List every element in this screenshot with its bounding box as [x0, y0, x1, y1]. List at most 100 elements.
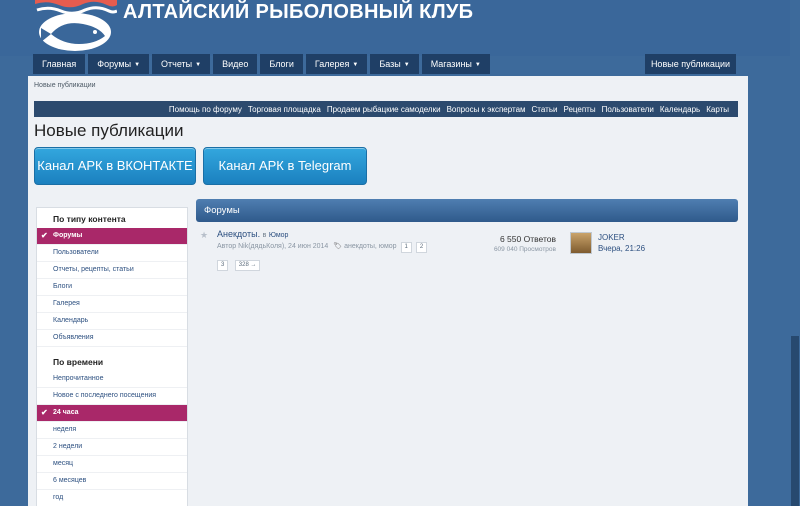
filter-item[interactable]: Новое с последнего посещения: [37, 388, 187, 405]
nav-item-label: Отчеты: [161, 59, 193, 69]
topic-pages: 3 328 →: [217, 253, 261, 271]
tag-icon: 🏷: [333, 243, 343, 250]
nav-item[interactable]: Отчеты ▼: [152, 54, 211, 74]
caret-down-icon: ▼: [474, 62, 481, 68]
nav-item-label: Магазины: [430, 59, 472, 69]
filter-item[interactable]: ✔ 24 часа: [37, 405, 187, 422]
main-nav: Главная Форумы ▼ Отчеты ▼ Видео Блоги Галерея ▼ Б…: [33, 54, 490, 74]
sub-nav-item[interactable]: Карты: [703, 105, 732, 114]
page-link-1[interactable]: 1: [400, 242, 412, 253]
filter-item[interactable]: Отчеты, рецепты, статьи: [37, 262, 187, 279]
nav-item[interactable]: Магазины ▼: [421, 54, 490, 74]
by-type-list: ✔ Форумы Пользователи Отчеты, рецепты, стат…: [37, 228, 187, 347]
filter-item-label: Пользователи: [53, 249, 99, 256]
page-title: Новые публикации: [34, 121, 184, 140]
scrollbar-thumb[interactable]: [791, 336, 799, 506]
last-post-info: JOKER Вчера, 21:26: [598, 232, 645, 254]
checkmark-icon: ✔: [41, 231, 48, 240]
breadcrumb[interactable]: Новые публикации: [34, 82, 96, 89]
filter-item-label: Новое с последнего посещения: [53, 392, 157, 399]
avatar[interactable]: [570, 232, 592, 254]
sub-nav-item[interactable]: Вопросы к экспертам: [444, 105, 529, 114]
filter-item[interactable]: месяц: [37, 456, 187, 473]
filter-item[interactable]: Непрочитанное: [37, 371, 187, 388]
topic-title-line: Анекдоты. в Юмор: [217, 229, 288, 239]
filter-item[interactable]: неделя: [37, 422, 187, 439]
nav-item-label: Галерея: [314, 59, 350, 69]
page-link-3[interactable]: 3: [217, 260, 229, 271]
filter-item[interactable]: Галерея: [37, 296, 187, 313]
filter-item[interactable]: Блоги: [37, 279, 187, 296]
filter-item[interactable]: год: [37, 490, 187, 506]
filter-item-label: Объявления: [53, 334, 94, 341]
page-link-2[interactable]: 2: [415, 242, 428, 253]
filter-item-label: Непрочитанное: [53, 375, 104, 382]
by-type-heading: По типу контента: [53, 214, 126, 224]
filter-item-label: год: [53, 494, 64, 501]
nav-item[interactable]: Блоги: [260, 54, 303, 74]
by-time-list: Непрочитанное Новое с последнего посещени…: [37, 371, 187, 506]
sub-nav-item[interactable]: Статьи: [529, 105, 561, 114]
filter-item-label: Галерея: [53, 300, 80, 307]
page: АЛТАЙСКИЙ РЫБОЛОВНЫЙ КЛУБ Главная Форумы ▼…: [0, 0, 800, 506]
sub-nav: Помощь по форуму Торговая площадка Продаем…: [34, 101, 738, 117]
nav-item-label: Базы: [379, 59, 401, 69]
filter-item[interactable]: 2 недели: [37, 439, 187, 456]
nav-item[interactable]: Галерея ▼: [305, 54, 368, 74]
nav-item-label: Видео: [222, 59, 249, 69]
site-header: АЛТАЙСКИЙ РЫБОЛОВНЫЙ КЛУБ: [0, 0, 800, 56]
nav-item-label: Форумы: [97, 59, 132, 69]
filter-item-label: неделя: [53, 426, 77, 433]
filter-item[interactable]: ✔ Форумы: [37, 228, 187, 245]
filter-item-label: Блоги: [53, 283, 73, 290]
filter-item-label: Календарь: [53, 317, 89, 324]
sub-nav-item[interactable]: Рецепты: [560, 105, 598, 114]
sub-nav-item[interactable]: Продаем рыбацкие самоделки: [324, 105, 444, 114]
topic-meta: Автор Nik(дядьКоля), 24 июн 2014 🏷 анекд…: [217, 242, 428, 253]
last-post-user[interactable]: JOKER: [598, 232, 645, 243]
fish-logo-icon[interactable]: [33, 0, 117, 52]
forum-link[interactable]: Юмор: [269, 232, 289, 239]
topic-row: ★ Анекдоты. в Юмор Автор Nik(дядьКоля), …: [196, 226, 738, 271]
site-title[interactable]: АЛТАЙСКИЙ РЫБОЛОВНЫЙ КЛУБ: [123, 1, 473, 24]
nav-item-label: Главная: [42, 59, 77, 69]
topic-title-link[interactable]: Анекдоты.: [217, 229, 260, 239]
checkmark-icon: ✔: [41, 408, 48, 417]
tags-link[interactable]: анекдоты, юмор: [344, 243, 396, 250]
sub-nav-item[interactable]: Пользователи: [599, 105, 657, 114]
nav-item[interactable]: Главная: [33, 54, 86, 74]
caret-down-icon: ▼: [195, 62, 202, 68]
in-label: в: [262, 232, 267, 239]
caret-down-icon: ▼: [352, 62, 359, 68]
nav-item[interactable]: Базы ▼: [370, 54, 419, 74]
nav-item-label: Блоги: [269, 59, 294, 69]
filter-item-label: 24 часа: [53, 409, 79, 416]
page-link-last[interactable]: 328 →: [234, 260, 261, 271]
views-count: 609 040 Просмотров: [493, 246, 556, 253]
filter-item-label: 6 месяцев: [53, 477, 87, 484]
filter-sidebar: По типу контента ✔ Форумы Пользователи Отче…: [36, 207, 188, 506]
topic-stats: 6 550 Ответов 609 040 Просмотров: [494, 234, 556, 253]
filter-item-label: Отчеты, рецепты, статьи: [53, 266, 134, 273]
page-scrollbar[interactable]: [790, 0, 800, 506]
star-icon[interactable]: ★: [200, 230, 208, 241]
sub-nav-item[interactable]: Торговая площадка: [245, 105, 324, 114]
sub-nav-item[interactable]: Календарь: [657, 105, 703, 114]
filter-item[interactable]: Пользователи: [37, 245, 187, 262]
vk-channel-button[interactable]: Канал АРК в ВКОНТАКТЕ: [34, 147, 196, 185]
last-post-time[interactable]: Вчера, 21:26: [598, 243, 645, 254]
nav-item[interactable]: Видео: [213, 54, 258, 74]
by-time-heading: По времени: [53, 357, 104, 367]
content-area: Новые публикации Помощь по форуму Торгова…: [28, 76, 748, 506]
sub-nav-item[interactable]: Помощь по форуму: [166, 105, 245, 114]
filter-item-label: месяц: [53, 460, 74, 467]
caret-down-icon: ▼: [403, 62, 410, 68]
filter-item[interactable]: Календарь: [37, 313, 187, 330]
telegram-channel-button[interactable]: Канал АРК в Telegram: [203, 147, 367, 185]
filter-item[interactable]: 6 месяцев: [37, 473, 187, 490]
nav-item[interactable]: Форумы ▼: [88, 54, 150, 74]
filter-item-label: 2 недели: [53, 443, 83, 450]
new-publications-button[interactable]: Новые публикации: [645, 54, 736, 74]
filter-item[interactable]: Объявления: [37, 330, 187, 347]
replies-count: 6 550 Ответов: [499, 234, 556, 244]
